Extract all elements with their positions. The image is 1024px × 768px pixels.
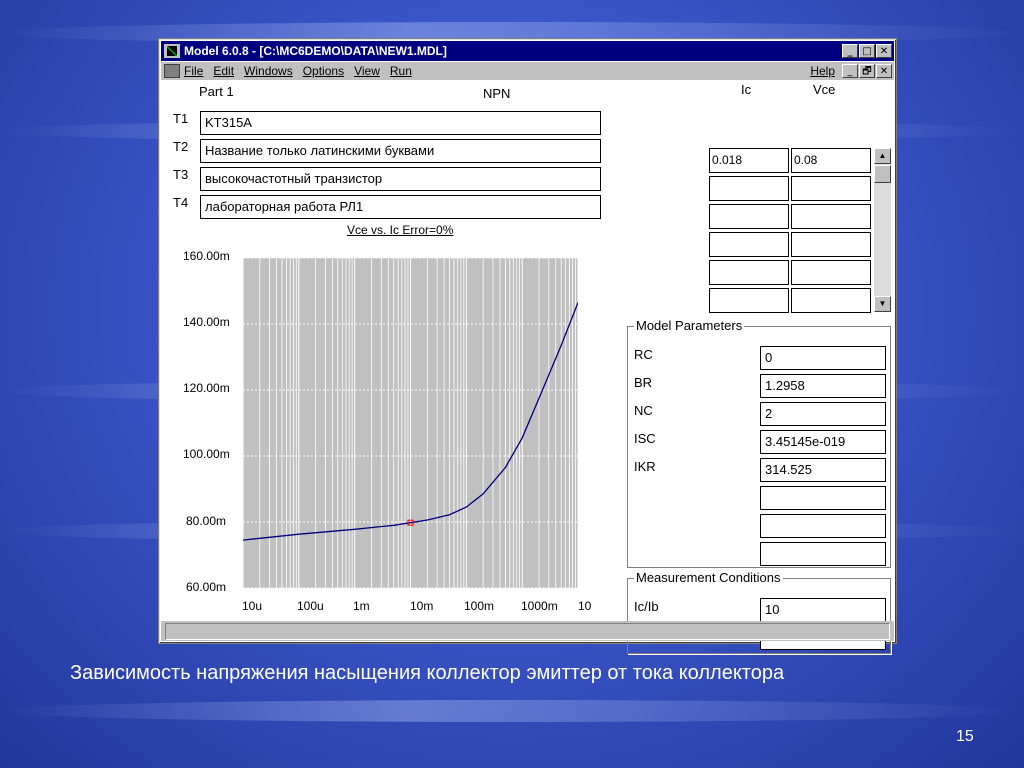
menu-bar: File Edit Windows Options View Run Help …: [161, 62, 894, 80]
document-icon[interactable]: [164, 64, 180, 78]
ic-cell[interactable]: [709, 260, 789, 285]
param-value[interactable]: 1.2958: [760, 374, 886, 398]
param-value[interactable]: [760, 486, 886, 510]
x-tick-label: 1000m: [521, 599, 558, 613]
param-value[interactable]: [760, 514, 886, 538]
scroll-up-icon[interactable]: ▲: [874, 148, 891, 164]
ic-cell[interactable]: [709, 204, 789, 229]
status-field: [165, 623, 890, 640]
param-name: RC: [634, 347, 653, 362]
y-tick-label: 100.00m: [183, 447, 230, 461]
scroll-down-icon[interactable]: ▼: [874, 296, 891, 312]
window-title: Model 6.0.8 - [C:\MC6DEMO\DATA\NEW1.MDL]: [184, 44, 447, 58]
field-input-t3[interactable]: высокочастотный транзистор: [200, 167, 601, 191]
vce-cell[interactable]: [791, 204, 871, 229]
x-tick-label: 10u: [242, 599, 263, 613]
x-tick-label: 100u: [297, 599, 324, 613]
param-value[interactable]: [760, 542, 886, 566]
vce-cell[interactable]: 0.08: [791, 148, 871, 173]
vce-cell[interactable]: [791, 288, 871, 313]
chart-title: Vce vs. Ic Error=0%: [347, 223, 454, 237]
ic-cell[interactable]: [709, 232, 789, 257]
menu-help[interactable]: Help: [810, 64, 835, 78]
vce-cell[interactable]: [791, 260, 871, 285]
param-name: ISC: [634, 431, 656, 446]
child-minimize-button[interactable]: _: [842, 64, 858, 78]
transistor-type: NPN: [483, 86, 511, 101]
vce-cell[interactable]: [791, 232, 871, 257]
param-value[interactable]: 314.525: [760, 458, 886, 482]
slide-caption: Зависимость напряжения насыщения коллект…: [70, 662, 785, 684]
page-number: 15: [956, 728, 974, 745]
app-icon[interactable]: [164, 44, 180, 58]
param-name: NC: [634, 403, 653, 418]
x-tick-label: 10m: [410, 599, 434, 613]
title-bar[interactable]: Model 6.0.8 - [C:\MC6DEMO\DATA\NEW1.MDL]…: [161, 41, 894, 61]
y-tick-label: 160.00m: [183, 249, 230, 263]
measurement-conditions-title: Measurement Conditions: [634, 570, 783, 585]
x-tick-label: 10: [578, 599, 592, 613]
menu-options[interactable]: Options: [303, 64, 344, 78]
child-restore-button[interactable]: 🗗: [859, 64, 875, 78]
x-tick-label: 100m: [464, 599, 495, 613]
field-label-t4: T4: [173, 195, 189, 210]
measurement-name: Ic/Ib: [634, 599, 659, 614]
field-label-t2: T2: [173, 139, 189, 154]
field-label-t1: T1: [173, 111, 189, 126]
model-parameters-title: Model Parameters: [634, 318, 745, 333]
part-label: Part 1: [199, 84, 234, 99]
ic-cell[interactable]: [709, 176, 789, 201]
background-streak: [0, 700, 1024, 722]
field-input-t1[interactable]: KT315A: [200, 111, 601, 135]
model-parameters-group: Model Parameters RC 0 BR 1.2958 NC 2 ISC…: [627, 318, 891, 568]
menu-edit[interactable]: Edit: [213, 64, 234, 78]
status-bar: [161, 621, 894, 641]
ic-cell[interactable]: [709, 288, 789, 313]
param-name: BR: [634, 375, 653, 390]
chart-plot-area: [242, 257, 579, 589]
minimize-button[interactable]: _: [842, 44, 858, 58]
param-value[interactable]: 3.45145e-019: [760, 430, 886, 454]
maximize-button[interactable]: □: [859, 44, 875, 58]
menu-file[interactable]: File: [184, 64, 203, 78]
table-scrollbar[interactable]: ▲ ▼: [874, 148, 891, 312]
param-name: IKR: [634, 459, 656, 474]
measurement-value[interactable]: 10: [760, 598, 886, 622]
menu-run[interactable]: Run: [390, 64, 412, 78]
y-tick-label: 120.00m: [183, 381, 230, 395]
close-button[interactable]: ✕: [876, 44, 892, 58]
measurement-conditions-group: Measurement Conditions Ic/Ib 10: [627, 570, 891, 654]
field-input-t4[interactable]: лабораторная работа РЛ1: [200, 195, 601, 219]
ic-column-header: Ic: [741, 82, 752, 97]
menu-view[interactable]: View: [354, 64, 380, 78]
vce-ic-chart: [242, 257, 579, 589]
vce-column-header: Vce: [813, 82, 836, 97]
field-input-t2[interactable]: Название только латинскими буквами: [200, 139, 601, 163]
y-tick-label: 60.00m: [186, 580, 227, 594]
child-close-button[interactable]: ✕: [876, 64, 892, 78]
x-tick-label: 1m: [353, 599, 370, 613]
vce-cell[interactable]: [791, 176, 871, 201]
y-tick-label: 80.00m: [186, 514, 227, 528]
param-value[interactable]: 2: [760, 402, 886, 426]
y-tick-label: 140.00m: [183, 315, 230, 329]
field-label-t3: T3: [173, 167, 189, 182]
param-value[interactable]: 0: [760, 346, 886, 370]
ic-cell[interactable]: 0.018: [709, 148, 789, 173]
menu-windows[interactable]: Windows: [244, 64, 293, 78]
scroll-thumb[interactable]: [874, 165, 891, 183]
